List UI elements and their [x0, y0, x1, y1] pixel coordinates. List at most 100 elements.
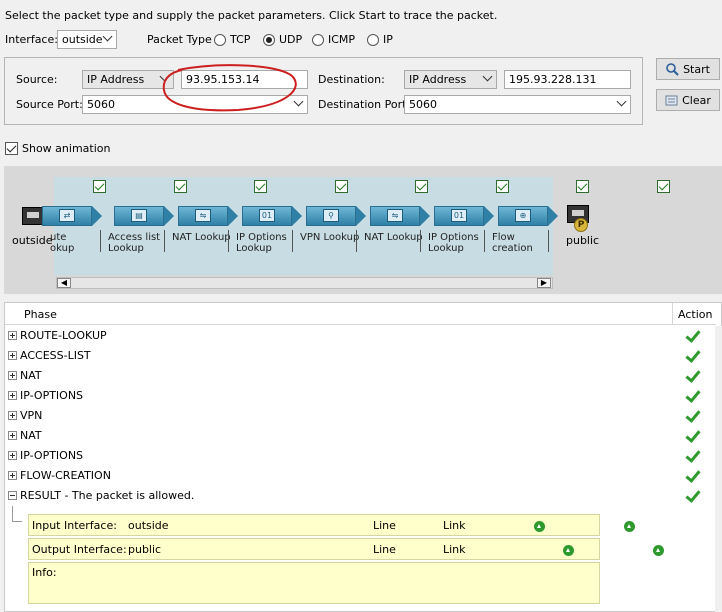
flow-scrollbar[interactable] — [56, 277, 553, 289]
allowed-check-icon — [685, 369, 699, 383]
scroll-left-icon[interactable]: ◀ — [57, 278, 71, 288]
stage-checkbox-6[interactable] — [495, 180, 509, 193]
stage-checkbox-2[interactable] — [173, 180, 187, 193]
access-list-icon: ▤ — [114, 206, 174, 226]
allowed-check-icon — [685, 489, 699, 503]
right-endpoint-label: public — [566, 234, 600, 247]
table-row[interactable]: FLOW-CREATION — [8, 466, 713, 486]
flow-track — [54, 177, 553, 275]
destination-label: Destination: — [318, 73, 385, 86]
expand-icon[interactable] — [8, 471, 17, 480]
interface-select[interactable]: outside — [57, 30, 117, 49]
stage-checkbox-4[interactable] — [334, 180, 348, 193]
table-row[interactable]: NAT — [8, 426, 713, 446]
expand-icon[interactable] — [8, 431, 17, 440]
chevron-down-icon — [102, 31, 113, 42]
interface-value: outside — [62, 33, 103, 46]
tree-connector — [12, 521, 22, 522]
stage-checkbox-5[interactable] — [415, 180, 428, 193]
stage-checkbox-1[interactable] — [93, 180, 106, 193]
expand-icon[interactable] — [8, 391, 17, 400]
annotation-circle-source-ip — [162, 64, 297, 112]
stage-label-4: IP Options Lookup — [236, 232, 287, 254]
stage-label-3: NAT Lookup — [172, 232, 231, 243]
input-line-status-icon — [534, 521, 545, 532]
table-row[interactable]: ACCESS-LIST — [8, 346, 713, 366]
expand-icon[interactable] — [8, 451, 17, 460]
table-row[interactable]: NAT — [8, 366, 713, 386]
stage-divider — [356, 230, 357, 252]
table-row[interactable]: IP-OPTIONS — [8, 386, 713, 406]
ip-options-icon: 01 — [434, 206, 494, 226]
left-endpoint-label: outside — [12, 234, 53, 247]
input-link-label: Link — [443, 519, 466, 532]
chevron-down-icon — [616, 96, 627, 107]
stage-label-1: ute okup — [50, 232, 75, 254]
stage-label-5: VPN Lookup — [300, 232, 360, 243]
output-interface-label: Output Interface: — [32, 543, 127, 556]
collapse-icon[interactable] — [8, 491, 17, 500]
allowed-check-icon — [685, 409, 699, 423]
allowed-check-icon — [685, 469, 699, 483]
stage-checkbox-3[interactable] — [254, 180, 267, 193]
expand-icon[interactable] — [8, 411, 17, 420]
source-port-label: Source Port: — [16, 98, 83, 111]
stage-divider — [228, 230, 229, 252]
source-label: Source: — [16, 73, 58, 86]
info-row — [28, 562, 600, 604]
action-column-header: Action — [678, 308, 713, 321]
radio-tcp[interactable]: TCP — [214, 33, 250, 46]
show-animation-checkbox[interactable]: Show animation — [5, 142, 110, 155]
stage-divider — [292, 230, 293, 252]
clear-icon — [665, 95, 678, 105]
radio-ip[interactable]: IP — [367, 33, 393, 46]
vpn-icon: ⚲ — [306, 206, 366, 226]
table-row[interactable]: ROUTE-LOOKUP — [8, 326, 713, 346]
radio-udp[interactable]: UDP — [263, 33, 302, 46]
input-interface-value: outside — [128, 519, 169, 532]
parameters-group — [4, 57, 643, 125]
route-lookup-icon: ⇄ — [42, 206, 102, 226]
output-line-label: Line — [373, 543, 396, 556]
table-row[interactable]: IP-OPTIONS — [8, 446, 713, 466]
tree-connector — [12, 506, 13, 522]
input-interface-label: Input Interface: — [32, 519, 117, 532]
destination-ip-input[interactable]: 195.93.228.131 — [504, 70, 631, 89]
allowed-check-icon — [685, 349, 699, 363]
phase-column-header: Phase — [24, 308, 57, 321]
stage-divider — [420, 230, 421, 252]
output-line-status-icon — [563, 545, 574, 556]
scroll-right-icon[interactable]: ▶ — [537, 278, 551, 288]
stage-divider — [164, 230, 165, 252]
stage-checkbox-7[interactable] — [576, 180, 589, 193]
expand-icon[interactable] — [8, 351, 17, 360]
destination-type-select[interactable]: IP Address — [404, 70, 497, 89]
result-row[interactable]: RESULT - The packet is allowed. — [8, 486, 713, 506]
public-badge: P — [574, 218, 588, 232]
info-label: Info: — [32, 566, 57, 579]
table-row[interactable]: VPN — [8, 406, 713, 426]
search-icon — [666, 62, 679, 76]
radio-icmp[interactable]: ICMP — [312, 33, 355, 46]
start-button[interactable]: Start — [656, 58, 720, 80]
expand-icon[interactable] — [8, 331, 17, 340]
destination-port-label: Destination Port: — [318, 98, 411, 111]
instruction-text: Select the packet type and supply the pa… — [5, 9, 498, 22]
destination-port-select[interactable]: 5060 — [404, 95, 631, 114]
input-line-label: Line — [373, 519, 396, 532]
expand-icon[interactable] — [8, 371, 17, 380]
interface-label: Interface: — [5, 33, 58, 46]
allowed-check-icon — [685, 329, 699, 343]
clear-button[interactable]: Clear — [656, 89, 720, 111]
flow-creation-icon: ⊕ — [498, 206, 558, 226]
nat-icon: ⇋ — [370, 206, 430, 226]
column-divider — [672, 303, 673, 325]
stage-checkbox-8[interactable] — [656, 180, 670, 193]
output-interface-value: public — [128, 543, 162, 556]
stage-divider — [548, 230, 549, 252]
input-link-status-icon — [623, 521, 635, 532]
table-scrollbar[interactable] — [715, 326, 722, 612]
output-link-label: Link — [443, 543, 466, 556]
ip-options-icon: 01 — [242, 206, 302, 226]
allowed-check-icon — [685, 389, 699, 403]
